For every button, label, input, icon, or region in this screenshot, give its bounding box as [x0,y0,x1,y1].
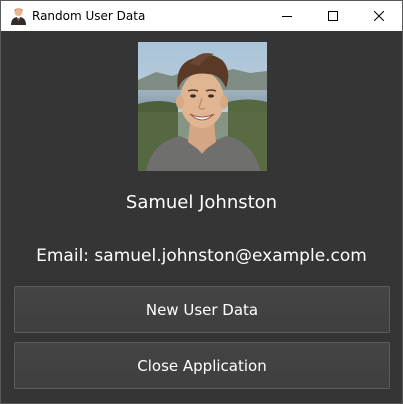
maximize-button[interactable] [310,1,356,31]
close-window-button[interactable] [356,1,402,31]
close-application-button[interactable]: Close Application [14,342,390,389]
minimize-button[interactable] [264,1,310,31]
minimize-icon [282,11,292,21]
user-avatar-icon [10,7,27,25]
maximize-icon [328,11,338,21]
new-user-data-button[interactable]: New User Data [14,286,390,333]
window-title: Random User Data [32,9,146,23]
user-photo [138,42,267,171]
main-content: Samuel Johnston Email: samuel.johnston@e… [1,31,402,403]
close-icon [374,11,384,21]
user-name: Samuel Johnston [125,192,278,213]
title-bar[interactable]: Random User Data [1,1,402,31]
user-email: Email: samuel.johnston@example.com [36,246,367,266]
app-window: Random User Data Samuel Johnston Email: … [0,0,403,404]
